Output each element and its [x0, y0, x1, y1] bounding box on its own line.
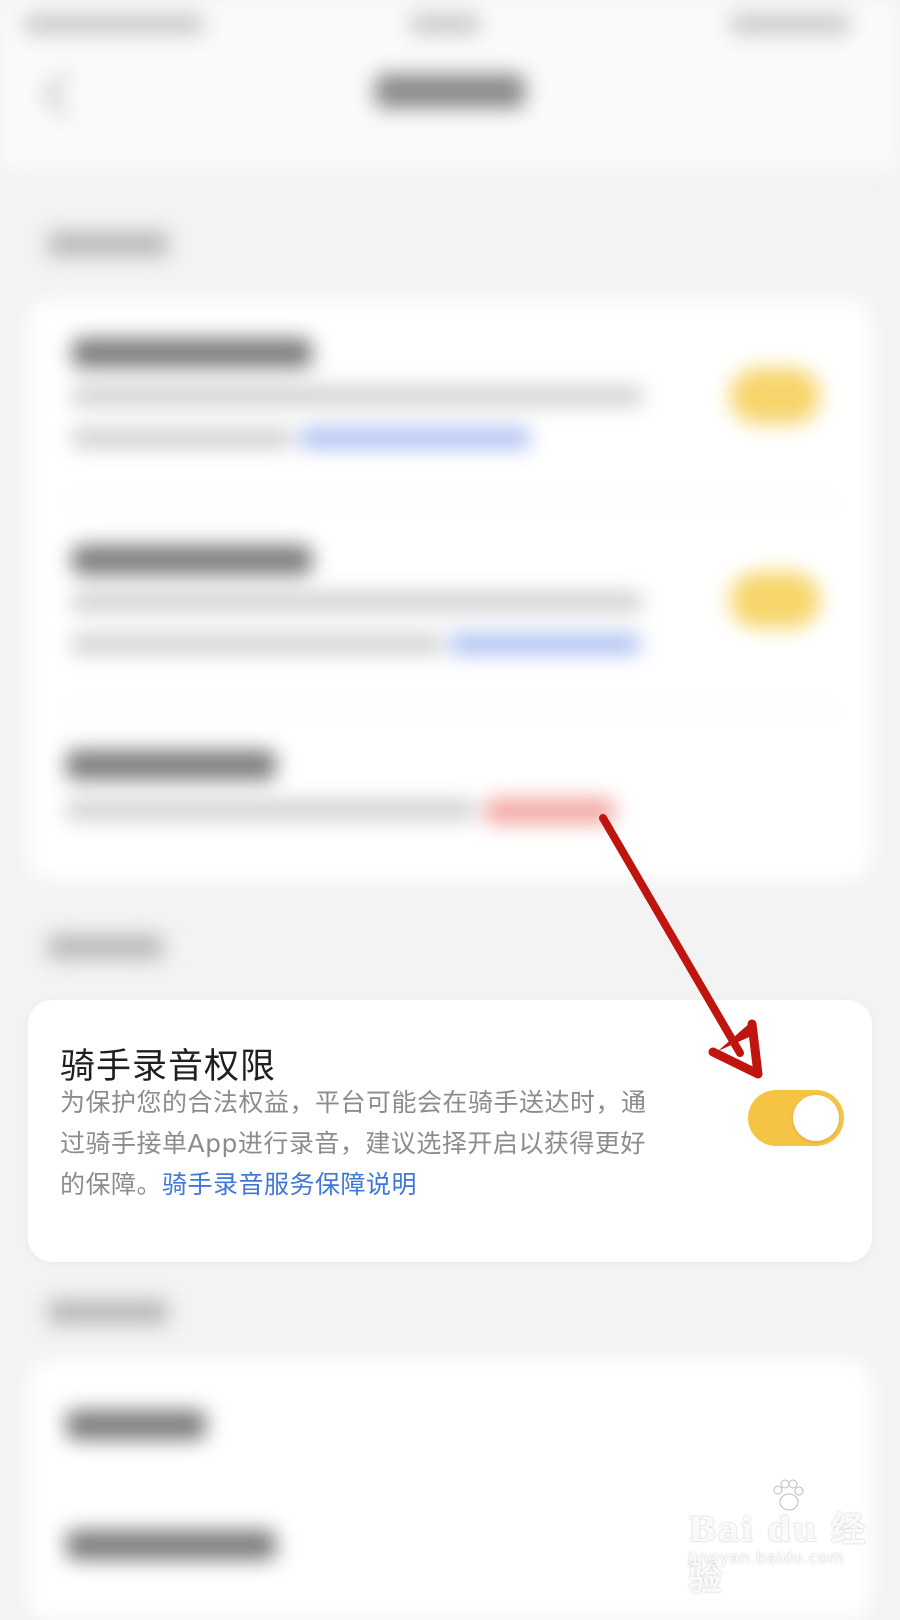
toggle-switch[interactable]	[730, 572, 820, 628]
baidu-jingyan-watermark: Bai du 经验 jingyan.baidu.com	[688, 1478, 868, 1599]
status-center	[410, 14, 480, 34]
setting-desc	[72, 634, 442, 654]
section-title	[48, 935, 163, 959]
permission-description: 为保护您的合法权益，平台可能会在骑手送达时，通过骑手接单App进行录音，建议选择…	[60, 1082, 660, 1205]
setting-desc	[72, 428, 292, 448]
setting-title	[72, 545, 312, 575]
setting-title	[72, 338, 312, 368]
status-time	[24, 14, 204, 34]
setting-desc	[72, 386, 642, 406]
section-title	[48, 1300, 168, 1324]
setting-link[interactable]	[450, 634, 640, 654]
toggle-knob	[793, 1095, 839, 1141]
status-bar	[0, 0, 900, 60]
setting-title	[66, 1530, 276, 1560]
watermark-url: jingyan.baidu.com	[688, 1548, 845, 1567]
rider-recording-permission-card: 骑手录音权限 为保护您的合法权益，平台可能会在骑手送达时，通过骑手接单App进行…	[28, 1000, 872, 1262]
section-title	[48, 232, 168, 256]
setting-title	[66, 750, 276, 780]
nav-bar	[0, 60, 900, 170]
setting-desc	[72, 592, 642, 612]
recording-permission-toggle[interactable]	[748, 1090, 844, 1146]
blurred-background	[0, 0, 900, 1620]
divider	[60, 500, 840, 502]
status-badge	[485, 798, 615, 824]
setting-desc	[66, 800, 476, 820]
setting-title	[66, 1410, 206, 1440]
status-icons	[730, 14, 850, 34]
service-guarantee-link[interactable]: 骑手录音服务保障说明	[162, 1170, 417, 1199]
divider	[60, 708, 840, 710]
back-icon[interactable]	[43, 73, 87, 117]
toggle-switch[interactable]	[730, 368, 820, 424]
page-title	[375, 74, 525, 108]
setting-link[interactable]	[300, 428, 530, 448]
